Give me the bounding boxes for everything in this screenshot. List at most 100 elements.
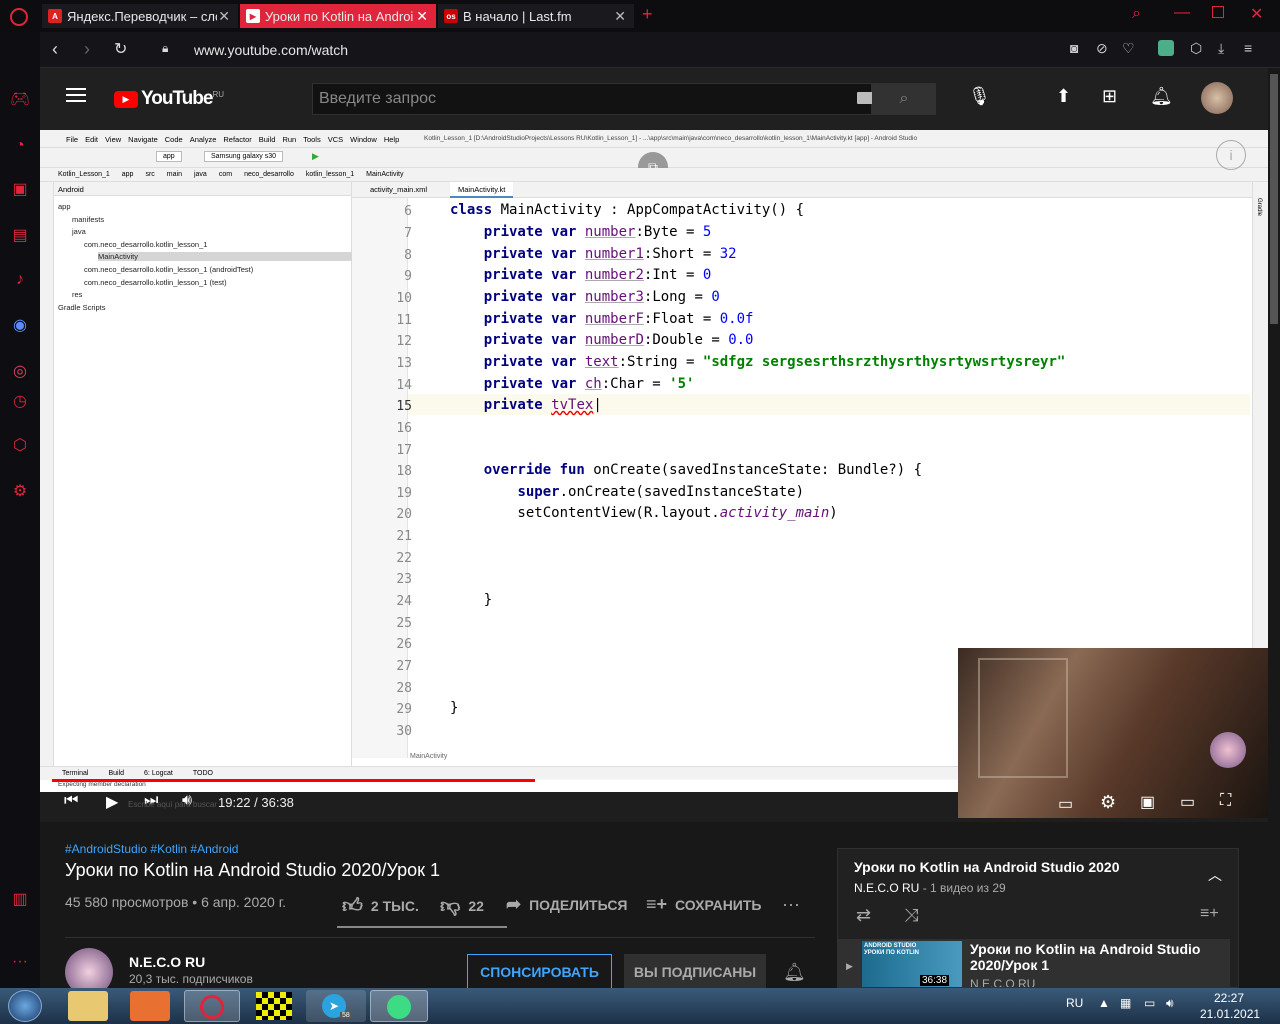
close-icon[interactable]: ✕ — [416, 8, 428, 25]
like-button[interactable]: 👍︎ 2 ТЫС. — [342, 894, 419, 918]
tree-node[interactable]: MainActivity — [98, 252, 352, 262]
settings-icon[interactable]: ⚙ — [1100, 792, 1116, 813]
tray-expand-icon[interactable]: ▲ — [1098, 996, 1110, 1010]
telegram-icon[interactable]: ➤ 58 — [306, 990, 366, 1022]
bag-icon[interactable]: ▣ — [10, 180, 30, 200]
breadcrumb-item[interactable]: src — [145, 171, 154, 178]
ide-menu-item[interactable]: View — [105, 135, 121, 144]
ide-menu-item[interactable]: File — [66, 135, 78, 144]
minimize-icon[interactable]: — — [1174, 4, 1190, 22]
tree-node[interactable]: com.neco_desarrollo.kotlin_lesson_1 (tes… — [84, 278, 227, 287]
cube-icon[interactable]: ⬡ — [10, 436, 30, 456]
android-studio-icon[interactable] — [370, 990, 428, 1022]
dislike-button[interactable]: 👎︎ 22 — [440, 894, 484, 918]
run-config[interactable]: app — [156, 151, 182, 162]
run-icon[interactable]: ▶ — [312, 151, 319, 162]
playlist-add-icon[interactable]: ≡+ — [1200, 905, 1219, 923]
adblock-icon[interactable]: ⊘ — [1096, 40, 1108, 57]
ide-menu-item[interactable]: Tools — [303, 135, 321, 144]
hamburger-icon[interactable] — [66, 88, 86, 102]
start-button[interactable] — [8, 990, 42, 1022]
action-center-icon[interactable]: ▭ — [1144, 996, 1155, 1010]
breadcrumb-item[interactable]: main — [167, 171, 182, 178]
search-input[interactable]: Введите запрос — [312, 83, 875, 115]
ide-menu-item[interactable]: Refactor — [223, 135, 251, 144]
search-tabs-icon[interactable]: ⌕ — [1132, 5, 1141, 23]
messenger-icon[interactable]: ◉ — [10, 316, 30, 336]
menu-icon[interactable]: ≡ — [1244, 40, 1252, 56]
speed-dial-icon[interactable]: ◔ — [10, 136, 30, 156]
clock-time[interactable]: 22:27 — [1214, 991, 1244, 1005]
play-icon[interactable]: ▶ — [106, 792, 118, 812]
breadcrumb-item[interactable]: kotlin_lesson_1 — [306, 171, 354, 178]
ide-bottom-tab[interactable]: Terminal — [62, 770, 88, 777]
cube-icon[interactable]: ⬡ — [1190, 40, 1202, 57]
channel-name[interactable]: N.E.C.O RU — [129, 954, 205, 970]
twitch-icon[interactable]: ▤ — [10, 226, 30, 246]
notification-bell-icon[interactable]: 🔔︎ — [783, 962, 806, 983]
tree-node[interactable]: res — [72, 290, 82, 299]
ide-menu-item[interactable]: Window — [350, 135, 377, 144]
tree-node[interactable]: com.neco_desarrollo.kotlin_lesson_1 — [84, 240, 207, 249]
back-icon[interactable]: ‹ — [52, 39, 58, 60]
performance-icon[interactable]: ▥ — [10, 890, 30, 910]
ide-menu-item[interactable]: VCS — [328, 135, 343, 144]
breadcrumb-item[interactable]: java — [194, 171, 207, 178]
shuffle-icon[interactable]: ⤨ — [904, 905, 918, 926]
instagram-icon[interactable]: ◎ — [10, 362, 30, 382]
camera-icon[interactable]: ◙ — [1070, 40, 1078, 56]
search-button[interactable]: ⌕ — [872, 83, 936, 115]
gamepad-icon[interactable]: 🎮︎ — [10, 90, 30, 110]
tree-node[interactable]: Gradle Scripts — [58, 303, 106, 312]
ide-menu-item[interactable]: Help — [384, 135, 399, 144]
gradle-tab[interactable]: Gradle — [1256, 198, 1262, 216]
tree-node[interactable]: com.neco_desarrollo.kotlin_lesson_1 (and… — [84, 265, 253, 274]
device-select[interactable]: Samsung galaxy s30 — [204, 151, 283, 162]
breadcrumb-item[interactable]: Kotlin_Lesson_1 — [58, 171, 110, 178]
tab-mainactivity[interactable]: MainActivity.kt — [450, 182, 514, 198]
playlist-title[interactable]: Уроки по Kotlin на Android Studio 2020 — [854, 859, 1119, 875]
close-icon[interactable]: ✕ — [218, 8, 230, 25]
language-indicator[interactable]: RU — [1066, 996, 1083, 1010]
maximize-icon[interactable] — [1212, 6, 1224, 18]
checker-app-icon[interactable] — [256, 992, 292, 1020]
sponsor-button[interactable]: СПОНСИРОВАТЬ — [467, 954, 612, 990]
more-icon[interactable]: ··· — [10, 952, 30, 972]
new-tab-icon[interactable]: + — [642, 4, 653, 25]
theater-icon[interactable]: ▭ — [1180, 792, 1195, 812]
tab-youtube[interactable]: ▶ Уроки по Kotlin на Androi ✕ — [240, 4, 436, 28]
project-view-select[interactable]: Android — [54, 182, 351, 196]
apps-icon[interactable]: ⊞ — [1102, 86, 1117, 107]
upload-icon[interactable]: ⬆ — [1056, 86, 1071, 107]
ide-menu-item[interactable]: Analyze — [190, 135, 217, 144]
playlist-item[interactable]: ▶ ANDROID STUDIO УРОКИ ПО KOTLIN 36:38 У… — [838, 939, 1230, 987]
tree-node[interactable]: java — [72, 227, 86, 236]
miniplayer-icon[interactable]: ▣ — [1140, 792, 1155, 812]
youtube-logo[interactable]: ▶ YouTube RU — [114, 88, 224, 110]
ide-bottom-tab[interactable]: TODO — [193, 770, 213, 777]
tab-activity-main[interactable]: activity_main.xml — [370, 185, 427, 194]
video-tags[interactable]: #AndroidStudio #Kotlin #Android — [65, 842, 238, 856]
info-icon[interactable]: i — [1216, 140, 1246, 170]
mic-icon[interactable]: 🎙︎ — [968, 86, 991, 107]
breadcrumb-item[interactable]: app — [122, 171, 134, 178]
fullscreen-icon[interactable]: ⛶ — [1220, 792, 1231, 810]
close-icon[interactable]: ✕ — [614, 8, 626, 25]
avatar[interactable] — [1201, 82, 1233, 114]
save-button[interactable]: ≡+ СОХРАНИТЬ — [646, 894, 761, 915]
ide-menu-item[interactable]: Run — [282, 135, 296, 144]
more-icon[interactable]: ··· — [782, 894, 800, 915]
ide-menu-item[interactable]: Edit — [85, 135, 98, 144]
page-scrollbar[interactable] — [1268, 68, 1280, 988]
share-button[interactable]: ➦ ПОДЕЛИТЬСЯ — [506, 894, 628, 915]
subscribed-button[interactable]: ВЫ ПОДПИСАНЫ — [624, 954, 766, 990]
opera-logo-icon[interactable] — [10, 8, 28, 26]
breadcrumb-item[interactable]: neco_desarrollo — [244, 171, 294, 178]
clock-date[interactable]: 21.01.2021 — [1200, 1007, 1260, 1021]
tree-node[interactable]: app — [58, 202, 71, 211]
bell-icon[interactable]: 🔔︎ — [1150, 86, 1173, 107]
tab-translator[interactable]: A Яндекс.Переводчик – сло ✕ — [42, 4, 238, 28]
breadcrumb-item[interactable]: com — [219, 171, 232, 178]
history-icon[interactable]: ◷ — [10, 392, 30, 412]
tab-lastfm[interactable]: os В начало | Last.fm ✕ — [438, 4, 634, 28]
